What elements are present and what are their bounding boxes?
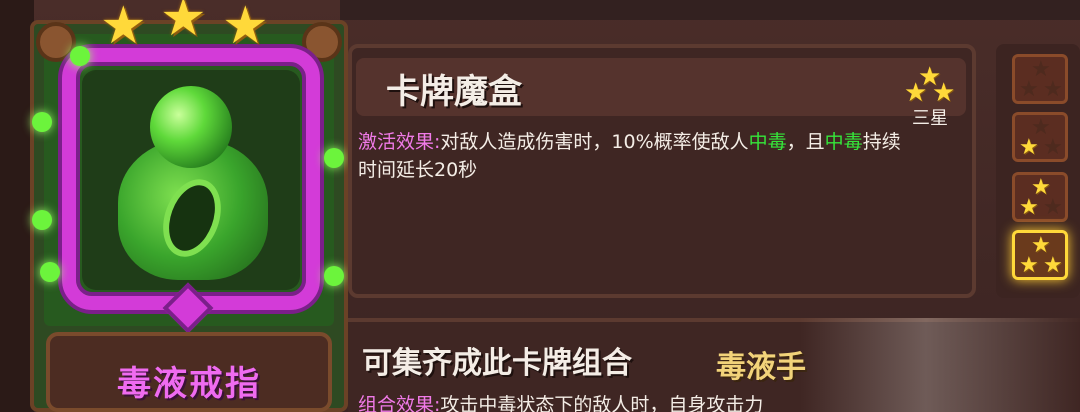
- star-icon: ★: [932, 78, 956, 108]
- poison-keyword: 中毒: [824, 131, 863, 153]
- effect-label: 激活效果:: [358, 131, 441, 153]
- glow-dot-icon: [40, 262, 60, 282]
- effect-text: 持续: [862, 131, 901, 153]
- left-edge: [0, 0, 34, 412]
- effect-text: 对敌人造成伤害时，10%概率使敌人: [440, 131, 749, 153]
- combo-effect-body: 攻击中毒状态下的敌人时，自身攻击力: [440, 394, 764, 412]
- combo-effect-label: 组合效果:: [358, 394, 441, 412]
- star-option-4[interactable]: ★ ★ ★: [1012, 230, 1068, 280]
- top-strip: [340, 0, 1080, 20]
- three-star-badge: ★ ★ ★: [904, 64, 958, 108]
- rarity-star-icon: ★: [100, 0, 147, 56]
- glow-dot-icon: [32, 112, 52, 132]
- star-level-label: 三星: [912, 108, 948, 129]
- star-option-1[interactable]: ★ ★ ★: [1012, 54, 1068, 104]
- activation-effect-text: 激活效果:对敌人造成伤害时，10%概率使敌人中毒，且中毒持续 时间延长20秒: [358, 128, 958, 184]
- combo-fade-overlay: [800, 318, 1080, 412]
- card-name: 毒液戒指: [117, 364, 261, 404]
- star-option-3[interactable]: ★ ★ ★: [1012, 172, 1068, 222]
- effect-text: ，且: [786, 131, 825, 153]
- rarity-star-icon: ★: [160, 0, 207, 48]
- glow-dot-icon: [32, 210, 52, 230]
- star-icon: ★: [904, 78, 928, 108]
- star-option-2[interactable]: ★ ★ ★: [1012, 112, 1068, 162]
- combo-title: 可集齐成此卡牌组合: [362, 346, 632, 381]
- poison-ring-frame: [62, 48, 320, 310]
- glow-dot-icon: [324, 266, 344, 286]
- glow-dot-icon: [324, 148, 344, 168]
- rarity-star-icon: ★: [222, 0, 269, 56]
- combo-effect-text: 组合效果:攻击中毒状态下的敌人时，自身攻击力: [358, 390, 763, 412]
- poison-keyword: 中毒: [748, 131, 787, 153]
- info-title: 卡牌魔盒: [386, 72, 522, 112]
- combo-set-name[interactable]: 毒液手: [716, 342, 806, 386]
- effect-text-line2: 时间延长20秒: [358, 159, 478, 181]
- glow-dot-icon: [70, 46, 90, 66]
